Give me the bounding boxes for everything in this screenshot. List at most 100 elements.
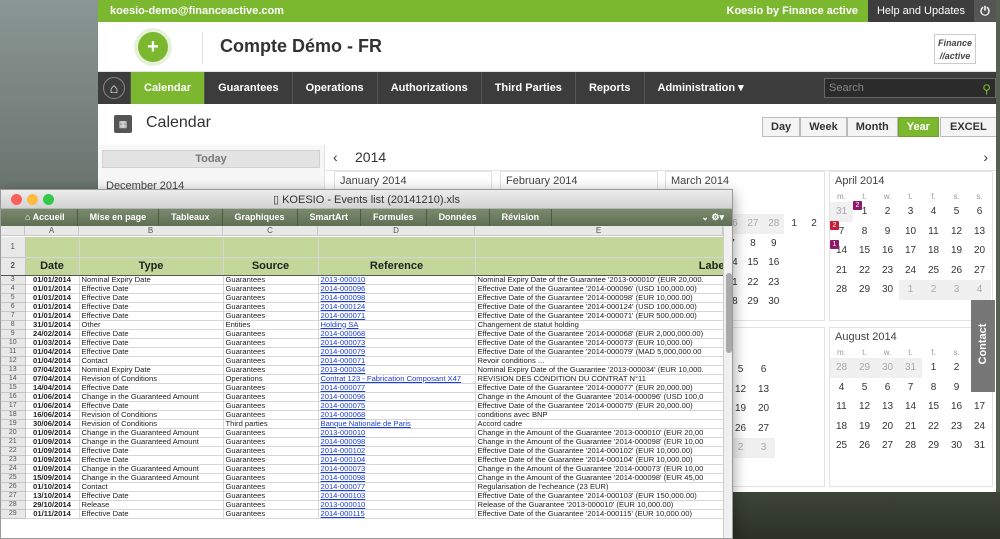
cell-label[interactable]: Regularisation de l'echeance (23 EUR): [475, 482, 723, 492]
cell-label[interactable]: Change in the Amount of the Guarantee '2…: [475, 392, 723, 402]
view-year-button[interactable]: Year: [897, 117, 939, 137]
cell-label[interactable]: Effective Date of the Guarantee '2014-00…: [475, 302, 723, 312]
cell-reference[interactable]: 2014-000079: [318, 347, 476, 357]
cell-type[interactable]: Effective Date: [79, 284, 224, 294]
ribbon-tab-tableaux[interactable]: Tableaux: [159, 209, 223, 226]
cell-reference[interactable]: 2014-000096: [318, 392, 476, 402]
row-number[interactable]: 19: [1, 419, 26, 429]
cell-label[interactable]: Effective Date of the Guarantee '2014-00…: [475, 509, 723, 519]
cell-label[interactable]: Effective Date of the Guarantee '2014-00…: [475, 329, 723, 339]
cell-date[interactable]: 01/09/2014: [25, 446, 80, 456]
row-number[interactable]: 9: [1, 329, 26, 339]
row-number[interactable]: 2: [1, 257, 26, 276]
row-number[interactable]: 26: [1, 482, 26, 492]
cell-date[interactable]: 01/01/2014: [25, 311, 80, 321]
cell-date[interactable]: 01/06/2014: [25, 401, 80, 411]
cell-type[interactable]: Effective Date: [79, 347, 224, 357]
cell-date[interactable]: 01/09/2014: [25, 437, 80, 447]
prev-year-button[interactable]: ‹: [333, 149, 338, 165]
cell-reference[interactable]: 2013-000010: [318, 500, 476, 510]
cell-type[interactable]: Effective Date: [79, 338, 224, 348]
nav-third-parties[interactable]: Third Parties: [480, 72, 575, 104]
cell-type[interactable]: Change in the Guaranteed Amount: [79, 428, 224, 438]
cell-source[interactable]: Guarantees: [223, 437, 319, 447]
cell-reference[interactable]: 2014-000073: [318, 338, 476, 348]
cell-date[interactable]: 01/01/2014: [25, 275, 80, 285]
cell-label[interactable]: Change in the Amount of the Guarantee '2…: [475, 428, 723, 438]
header-date[interactable]: Date: [25, 257, 80, 276]
cell-type[interactable]: Effective Date: [79, 311, 224, 321]
cell-reference[interactable]: 2014-000068: [318, 410, 476, 420]
cell-source[interactable]: Operations: [223, 374, 319, 384]
cell-date[interactable]: 01/11/2014: [25, 509, 80, 519]
column-header-e[interactable]: E: [475, 226, 723, 236]
search-icon[interactable]: ⚲: [982, 80, 991, 98]
next-year-button[interactable]: ›: [983, 149, 988, 165]
cell-label[interactable]: Effective Date of the Guarantee '2014-00…: [475, 311, 723, 321]
cell-type[interactable]: Effective Date: [79, 302, 224, 312]
cell-type[interactable]: Other: [79, 320, 224, 330]
cell-date[interactable]: 01/09/2014: [25, 428, 80, 438]
ribbon-settings-icon[interactable]: ⌄ ⚙▾: [701, 212, 732, 223]
row-number[interactable]: 24: [1, 464, 26, 474]
today-button[interactable]: Today: [102, 150, 320, 168]
cell-source[interactable]: Guarantees: [223, 491, 319, 501]
cell-type[interactable]: Effective Date: [79, 329, 224, 339]
ribbon-tab-smartart[interactable]: SmartArt: [298, 209, 362, 226]
row-number[interactable]: 6: [1, 302, 26, 312]
row-number[interactable]: 5: [1, 293, 26, 303]
cell-reference[interactable]: 2014-000104: [318, 455, 476, 465]
cell-label[interactable]: Effective Date of the Guarantee '2014-00…: [475, 347, 723, 357]
row-number[interactable]: 16: [1, 392, 26, 402]
row-number[interactable]: 11: [1, 347, 26, 357]
cell-type[interactable]: Release: [79, 500, 224, 510]
row-number[interactable]: 8: [1, 320, 26, 330]
header-reference[interactable]: Reference: [318, 257, 476, 276]
cell-label[interactable]: Effective Date of the Guarantee '2014-00…: [475, 446, 723, 456]
cell-source[interactable]: Guarantees: [223, 302, 319, 312]
ribbon-tab-accueil[interactable]: ⌂ Accueil: [1, 209, 78, 226]
cell-source[interactable]: Guarantees: [223, 482, 319, 492]
cell-source[interactable]: Entities: [223, 320, 319, 330]
cell-label[interactable]: Effective Date of the Guarantee '2014-00…: [475, 293, 723, 303]
cell-date[interactable]: 01/04/2014: [25, 347, 80, 357]
row-number[interactable]: 29: [1, 509, 26, 519]
row-number[interactable]: 12: [1, 356, 26, 366]
cell-reference[interactable]: 2013-000010: [318, 275, 476, 285]
cell-reference[interactable]: 2014-000124: [318, 302, 476, 312]
row-number[interactable]: 10: [1, 338, 26, 348]
cell-source[interactable]: Guarantees: [223, 284, 319, 294]
home-button[interactable]: ⌂: [98, 72, 130, 104]
row-number[interactable]: 23: [1, 455, 26, 465]
cell-reference[interactable]: 2014-000073: [318, 464, 476, 474]
search-input[interactable]: Search ⚲: [824, 78, 996, 98]
cell-reference[interactable]: 2014-000098: [318, 473, 476, 483]
cell-type[interactable]: Effective Date: [79, 446, 224, 456]
cell-label[interactable]: Effective Date of the Guarantee '2014-00…: [475, 491, 723, 501]
view-day-button[interactable]: Day: [762, 117, 801, 137]
cell-source[interactable]: Guarantees: [223, 392, 319, 402]
nav-reports[interactable]: Reports: [574, 72, 644, 104]
row-number[interactable]: 25: [1, 473, 26, 483]
ribbon-tab-donnees[interactable]: Données: [427, 209, 490, 226]
cell-reference[interactable]: 2014-000098: [318, 437, 476, 447]
cell-type[interactable]: Effective Date: [79, 491, 224, 501]
cell-type[interactable]: Effective Date: [79, 293, 224, 303]
cell-reference[interactable]: 2013-000010: [318, 428, 476, 438]
cell-date[interactable]: 15/09/2014: [25, 473, 80, 483]
cell-label[interactable]: Effective Date of the Guarantee '2014-00…: [475, 338, 723, 348]
event-badge[interactable]: 1: [830, 240, 839, 249]
cell-label[interactable]: Changement de statut holding: [475, 320, 723, 330]
excel-titlebar[interactable]: ▯ KOESIO - Events list (20141210).xls: [1, 190, 732, 209]
cell-source[interactable]: Third parties: [223, 419, 319, 429]
header-source[interactable]: Source: [223, 257, 319, 276]
cell-label[interactable]: Effective Date of the Guarantee '2014-00…: [475, 455, 723, 465]
cell-label[interactable]: Revoir conditions ...: [475, 356, 723, 366]
cell-type[interactable]: Effective Date: [79, 383, 224, 393]
cell-source[interactable]: Guarantees: [223, 473, 319, 483]
cell-label[interactable]: conditions avec BNP: [475, 410, 723, 420]
row-number[interactable]: 22: [1, 446, 26, 456]
cell-type[interactable]: Change in the Guaranteed Amount: [79, 437, 224, 447]
cell-reference[interactable]: 2013-000034: [318, 365, 476, 375]
column-header-b[interactable]: B: [79, 226, 223, 236]
